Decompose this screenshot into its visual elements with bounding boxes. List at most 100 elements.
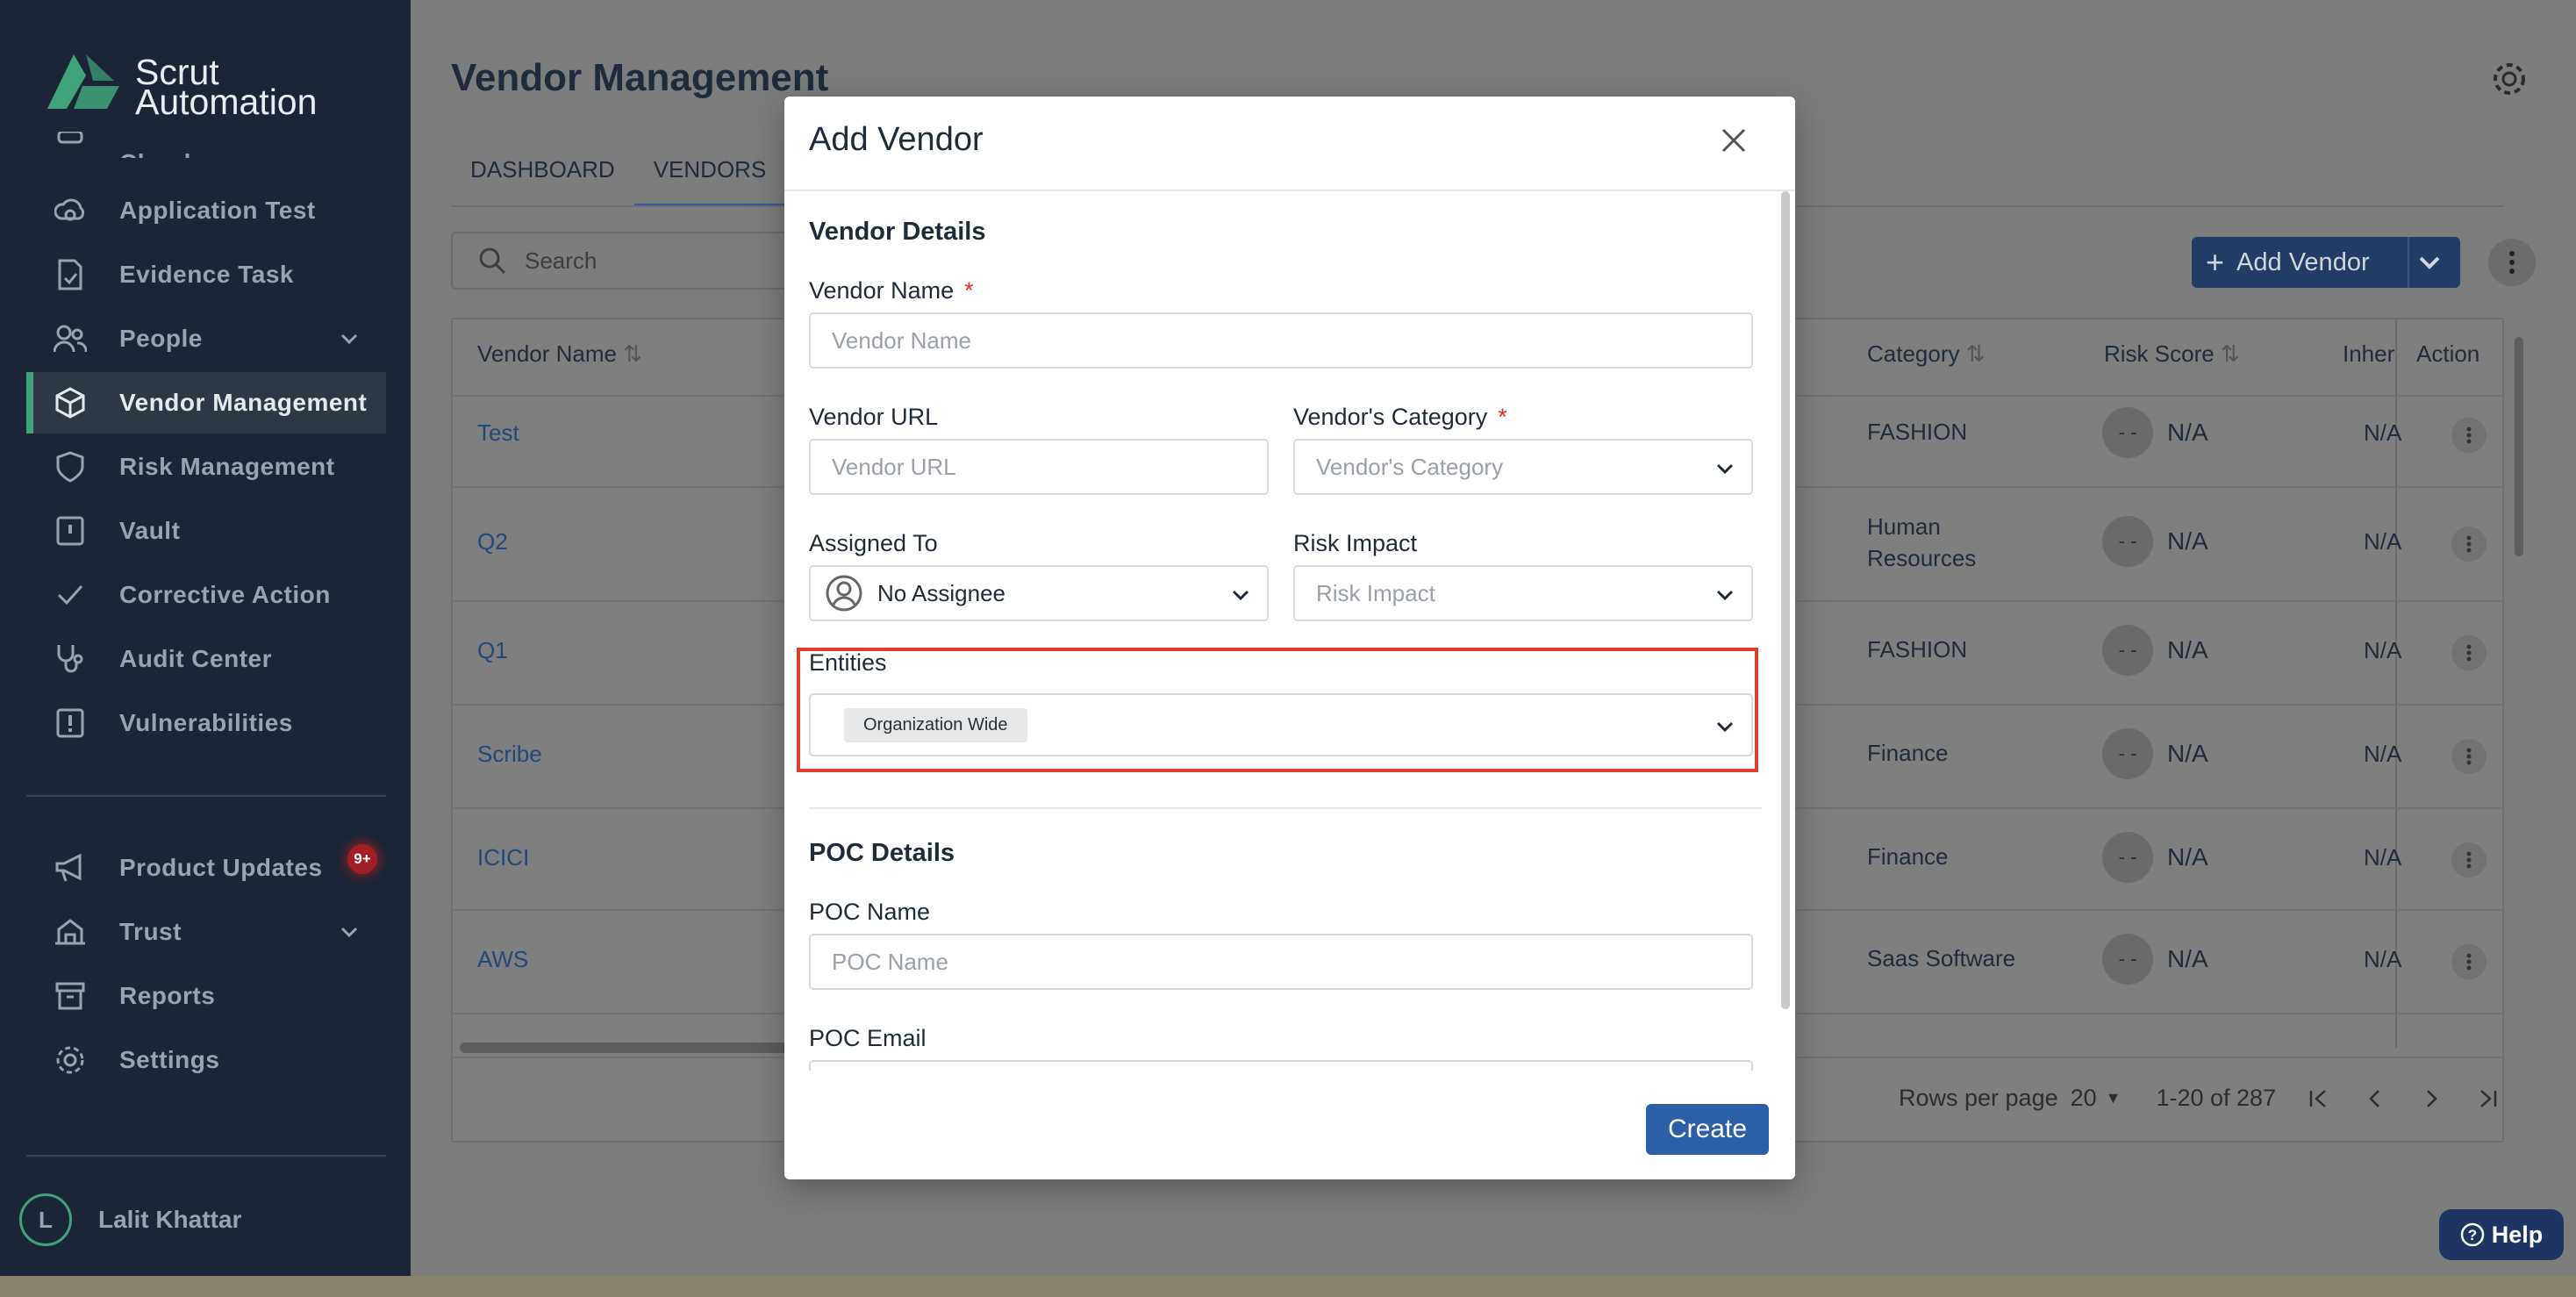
chevron-down-icon[interactable] [2415, 249, 2444, 283]
risk-score-cell: - - N/A [2102, 407, 2208, 458]
sidebar-item-label: Evidence Task [119, 261, 294, 288]
archive-icon [53, 978, 88, 1014]
vendor-link[interactable]: ICICI [477, 844, 529, 871]
inherent-cell: N/A [2364, 844, 2402, 871]
search-placeholder: Search [525, 247, 597, 274]
chevron-down-icon [1230, 584, 1251, 612]
rows-per-page-select[interactable]: 20 ▼ [2071, 1085, 2122, 1112]
inherent-cell: N/A [2364, 741, 2402, 767]
sidebar-item-trust[interactable]: Trust [26, 901, 386, 963]
add-vendor-button[interactable]: + Add Vendor [2192, 237, 2460, 288]
sidebar-item-audit-center[interactable]: Audit Center [26, 628, 386, 690]
sidebar-item-vulnerabilities[interactable]: Vulnerabilities [26, 692, 386, 754]
sidebar-item-product-updates[interactable]: Product Updates [26, 837, 386, 899]
sidebar-item-risk-management[interactable]: Risk Management [26, 436, 386, 498]
row-menu-icon[interactable] [2451, 635, 2487, 670]
row-menu-icon[interactable] [2451, 527, 2487, 562]
search-input[interactable]: Search [451, 232, 793, 290]
vendor-category-select[interactable]: Vendor's Category [1293, 439, 1753, 495]
svg-text:?: ? [2468, 1227, 2477, 1243]
close-icon[interactable] [1720, 126, 1748, 159]
sidebar-item-label: People [119, 325, 203, 352]
risk-impact-placeholder: Risk Impact [1316, 579, 1435, 606]
sidebar-item-corrective-action[interactable]: Corrective Action [26, 564, 386, 626]
entities-label: Entities [809, 649, 887, 676]
vendor-name-input[interactable]: Vendor Name [809, 312, 1753, 369]
create-button[interactable]: Create [1646, 1104, 1769, 1155]
risk-impact-select[interactable]: Risk Impact [1293, 565, 1753, 621]
sidebar-item-application-test[interactable]: Application Test [26, 180, 386, 241]
dialog-scrollbar[interactable] [1781, 191, 1790, 1009]
user-profile[interactable]: L Lalit Khattar [19, 1193, 241, 1246]
sidebar-item-reports[interactable]: Reports [26, 965, 386, 1027]
help-button[interactable]: ? Help [2439, 1209, 2564, 1260]
sidebar-item-settings[interactable]: Settings [26, 1029, 386, 1091]
inherent-cell: N/A [2364, 419, 2402, 446]
risk-score-cell: - - N/A [2102, 516, 2208, 567]
inherent-cell: N/A [2364, 528, 2402, 555]
row-menu-icon[interactable] [2451, 842, 2487, 878]
first-page-icon[interactable] [2308, 1087, 2330, 1110]
box-icon [53, 385, 88, 420]
sidebar-item-label: Audit Center [119, 645, 272, 672]
category-cell: Saas Software [1867, 945, 2016, 971]
scrut-logo-icon [47, 54, 119, 109]
question-icon: ? [2460, 1222, 2484, 1247]
column-header-inherent[interactable]: Inher [2343, 340, 2394, 368]
dialog-title: Add Vendor [809, 121, 984, 158]
poc-email-input[interactable] [809, 1060, 1753, 1071]
vendor-link[interactable]: Test [477, 419, 519, 447]
scrut-logo[interactable]: Scrut Automation [47, 54, 317, 120]
sidebar-item-cloud[interactable]: Cloud [26, 119, 386, 158]
tab-bar: DASHBOARD VENDORS [451, 147, 786, 207]
vendor-details-heading: Vendor Details [809, 218, 986, 246]
sidebar-item-evidence-task[interactable]: Evidence Task [26, 244, 386, 305]
category-cell: Finance [1867, 740, 1949, 766]
sidebar-item-people[interactable]: People [26, 308, 386, 369]
column-header-risk-score[interactable]: Risk Score ⇅ [2104, 340, 2240, 368]
table-vertical-scrollbar[interactable] [2515, 337, 2523, 556]
chevron-down-icon [1714, 584, 1735, 612]
row-menu-icon[interactable] [2451, 418, 2487, 453]
row-menu-icon[interactable] [2451, 739, 2487, 774]
previous-page-icon[interactable] [2364, 1087, 2386, 1110]
risk-score-cell: - - N/A [2102, 728, 2208, 779]
sidebar-item-vendor-management[interactable]: Vendor Management [26, 372, 386, 434]
poc-email-label: POC Email [809, 1025, 927, 1051]
poc-name-label: POC Name [809, 899, 931, 925]
poc-details-heading: POC Details [809, 839, 955, 867]
vendor-name-placeholder: Vendor Name [832, 326, 971, 354]
entities-select[interactable]: Organization Wide [809, 693, 1753, 756]
vendor-link[interactable]: AWS [477, 946, 528, 973]
sidebar-item-vault[interactable]: Vault [26, 500, 386, 562]
cloud-icon [53, 123, 88, 158]
row-menu-icon[interactable] [2451, 944, 2487, 979]
risk-score-cell: - - N/A [2102, 832, 2208, 883]
settings-gear-icon[interactable] [2490, 60, 2529, 103]
vendor-link[interactable]: Scribe [477, 741, 542, 768]
poc-name-input[interactable]: POC Name [809, 934, 1753, 990]
more-options-icon[interactable] [2488, 239, 2536, 286]
column-header-vendor-name[interactable]: Vendor Name ⇅ [477, 340, 642, 368]
vendor-category-label: Vendor's Category * [1293, 404, 1507, 430]
column-header-category[interactable]: Category ⇅ [1867, 340, 1986, 368]
tab-dashboard[interactable]: DASHBOARD [451, 147, 634, 207]
vendor-link[interactable]: Q1 [477, 637, 508, 664]
sidebar-item-label: Settings [119, 1046, 220, 1073]
user-name: Lalit Khattar [98, 1206, 242, 1233]
assigned-to-select[interactable]: No Assignee [809, 565, 1269, 621]
vendor-link[interactable]: Q2 [477, 528, 508, 555]
table-horizontal-scrollbar[interactable] [460, 1043, 811, 1053]
plus-icon: + [2206, 244, 2225, 280]
tab-vendors[interactable]: VENDORS [633, 147, 786, 207]
next-page-icon[interactable] [2420, 1087, 2443, 1110]
avatar: L [19, 1193, 72, 1246]
sidebar: Scrut Automation Cloud Application Test … [0, 0, 411, 1276]
add-vendor-label: Add Vendor [2236, 247, 2370, 276]
vendor-name-label: Vendor Name * [809, 277, 974, 304]
document-check-icon [53, 257, 88, 292]
chevron-down-icon [339, 327, 360, 355]
vendor-url-input[interactable]: Vendor URL [809, 439, 1269, 495]
last-page-icon[interactable] [2476, 1087, 2499, 1110]
risk-impact-label: Risk Impact [1293, 530, 1418, 556]
